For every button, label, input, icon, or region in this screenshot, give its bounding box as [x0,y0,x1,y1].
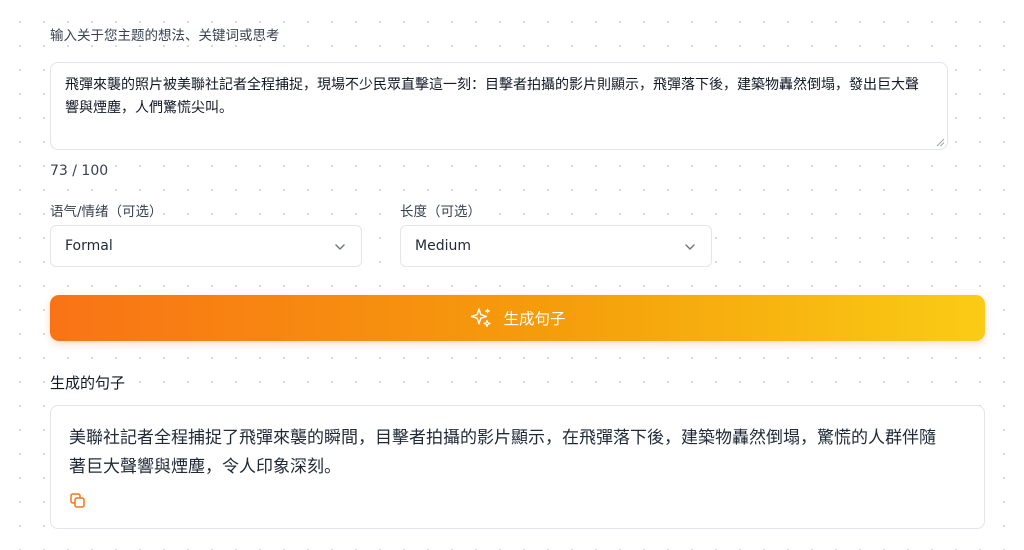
tone-select[interactable]: Formal [50,225,362,267]
char-count: 73 / 100 [50,163,113,179]
copy-icon[interactable] [69,492,87,510]
tone-select-value: Formal [65,238,113,254]
generate-button-content: 生成句子 [50,295,985,341]
result-box: 美聯社記者全程捕捉了飛彈來襲的瞬間，目擊者拍攝的影片顯示，在飛彈落下後，建築物轟… [50,405,985,529]
generate-button-label: 生成句子 [503,310,566,328]
chevron-down-icon [335,244,345,250]
prompt-label: 输入关于您主题的想法、关键词或思考 [50,24,280,44]
prompt-textarea-value: 飛彈來襲的照片被美聯社記者全程捕捉，現場不少民眾直擊這一刻：目擊者拍攝的影片則顯… [65,77,919,116]
sentence-generator-page: 输入关于您主题的想法、关键词或思考 飛彈來襲的照片被美聯社記者全程捕捉，現場不少… [0,0,1024,550]
generate-sentence-button[interactable]: 生成句子 [50,295,985,341]
length-select[interactable]: Medium [400,225,712,267]
resize-handle-icon[interactable] [936,138,945,147]
sparkle-icon [471,308,492,328]
length-select-value: Medium [415,238,471,254]
chevron-down-icon [685,244,695,250]
result-text: 美聯社記者全程捕捉了飛彈來襲的瞬間，目擊者拍攝的影片顯示，在飛彈落下後，建築物轟… [69,428,936,477]
prompt-textarea[interactable]: 飛彈來襲的照片被美聯社記者全程捕捉，現場不少民眾直擊這一刻：目擊者拍攝的影片則顯… [50,62,948,150]
tone-label: 语气/情绪（可选） [50,200,163,220]
result-title: 生成的句子 [50,372,126,393]
length-label: 长度（可选） [400,200,481,220]
